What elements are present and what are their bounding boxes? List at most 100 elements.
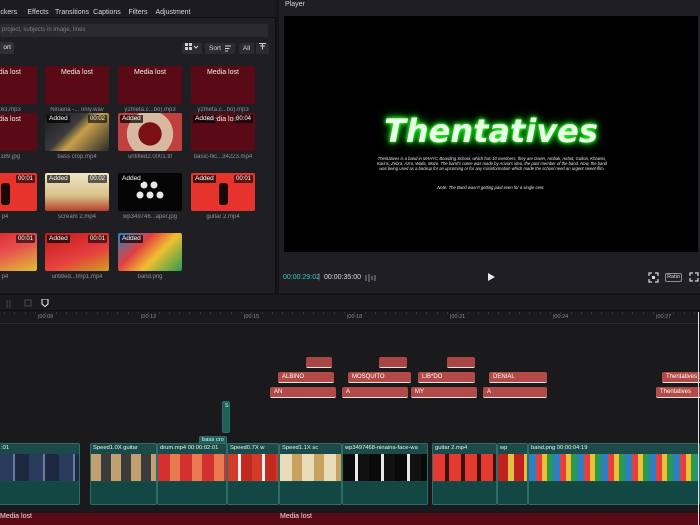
ruler-minor-tick: [560, 312, 561, 314]
video-title-text: Thentatives: [384, 112, 598, 150]
search-input[interactable]: project, subjects in image, lines: [0, 24, 268, 37]
ruler-minor-tick: [643, 312, 644, 314]
media-item[interactable]: Media lost y2meta.c...bo).mp3: [118, 66, 182, 113]
text-clip[interactable]: A: [483, 387, 547, 398]
media-filename: ...-8189.jpg: [0, 154, 21, 160]
main-clip-audio: [343, 482, 427, 504]
media-item[interactable]: Added untitled2.0001.tif: [118, 113, 182, 160]
media-item[interactable]: Added wp349746...aper.jpg: [118, 173, 182, 220]
media-item[interactable]: Media lost Ninaina -... only.wav: [45, 66, 109, 113]
text-clip[interactable]: ALBINO: [278, 372, 334, 383]
top-tab-bar: ickers Effects Transitions Captions Filt…: [0, 0, 276, 18]
media-thumbnail: Added 00:01: [45, 233, 109, 271]
text-clip[interactable]: Thentatives: [656, 387, 700, 398]
added-badge: Added: [120, 235, 143, 243]
media-item[interactable]: 00:01 p4: [0, 173, 37, 220]
main-track-clip[interactable]: wp3497468-ninaina-face-wa: [342, 443, 428, 505]
main-track-clip[interactable]: Speed1.1X sc: [279, 443, 342, 505]
marker-icon[interactable]: [41, 299, 49, 307]
media-item[interactable]: Media lost y2meta.c...bo).mp3: [191, 66, 255, 113]
main-clip-label: Speed0.7X w: [230, 445, 265, 451]
ruler-minor-tick: [354, 312, 355, 314]
main-track-clip[interactable]: drum.mp4 00:00:02:01: [157, 443, 227, 505]
duration-badge: 00:02: [87, 175, 107, 183]
media-lost-label: Media lost: [0, 116, 21, 123]
ruler-minor-tick: [385, 312, 386, 314]
text-clip[interactable]: DENIAL: [489, 372, 547, 383]
added-badge: Added: [193, 115, 216, 123]
tab-effects[interactable]: Effects: [26, 2, 50, 17]
text-clip[interactable]: AN: [270, 387, 336, 398]
media-lost-label: Media lost: [61, 69, 93, 76]
filter-all-button[interactable]: All: [239, 43, 254, 54]
tab-captions[interactable]: Captions: [92, 2, 122, 17]
main-track-clip[interactable]: Speed0.7X w: [227, 443, 279, 505]
waveform-icon[interactable]: [365, 274, 377, 282]
media-thumbnail: 00:01: [0, 233, 37, 271]
import-button[interactable]: ort: [0, 42, 14, 54]
media-item[interactable]: Media lost Added 00:04 basic-flic...34223.m…: [191, 113, 255, 160]
ruler-minor-tick: [4, 312, 5, 314]
text-clip[interactable]: A: [342, 387, 408, 398]
fullscreen-icon[interactable]: [689, 272, 699, 282]
text-clip[interactable]: Thentatives: [662, 372, 700, 383]
tab-transitions[interactable]: Transitions: [54, 2, 90, 17]
fit-screen-icon[interactable]: [648, 272, 659, 283]
main-track-clip[interactable]: :01: [0, 443, 80, 505]
text-clip[interactable]: LIB*DO: [418, 372, 475, 383]
media-item[interactable]: 00:01 p4: [0, 233, 37, 280]
ruler-minor-tick: [529, 312, 530, 314]
split-icon[interactable]: [6, 300, 14, 308]
ruler-minor-tick: [694, 312, 695, 314]
media-item[interactable]: Media lost...6163.mp3: [0, 66, 37, 113]
ruler-minor-tick: [632, 312, 633, 314]
media-item[interactable]: Added band.png: [118, 233, 182, 280]
main-track-clip[interactable]: Speed1.0X guitar: [90, 443, 157, 505]
playhead[interactable]: [698, 312, 699, 525]
ratio-button[interactable]: Ratio: [665, 273, 682, 282]
timeline-ruler[interactable]: |00:09 |00:12 |00:15 |00:18 |00:21 |00:24 |00:…: [0, 312, 700, 324]
main-clip-label: wp: [500, 445, 508, 451]
delete-icon[interactable]: [24, 299, 32, 307]
sort-button[interactable]: Sort: [205, 43, 235, 54]
ruler-minor-tick: [14, 312, 15, 314]
tab-stickers[interactable]: ickers: [0, 2, 20, 17]
audio-track: Media lost Media lost: [0, 513, 700, 525]
tab-adjustment[interactable]: Adjustment: [153, 2, 193, 17]
text-clip[interactable]: MY: [411, 387, 477, 398]
tab-filters[interactable]: Filters: [126, 2, 150, 17]
media-item[interactable]: Added 00:01 guitar 2.mp4: [191, 173, 255, 220]
media-filename: untitled2.0001.tif: [127, 154, 173, 160]
text-clip-small[interactable]: [379, 357, 407, 368]
added-badge: Added: [47, 115, 70, 123]
duration-badge: 00:01: [15, 175, 35, 183]
video-preview[interactable]: Thentatives Thentatives is a band in MAH…: [284, 16, 698, 252]
main-clip-filmstrip: [433, 454, 496, 481]
play-button[interactable]: [486, 272, 496, 282]
ruler-minor-tick: [571, 312, 572, 314]
media-item[interactable]: Added 00:02 bass crop.mp4: [45, 113, 109, 160]
overlay-clip-small[interactable]: S: [222, 401, 230, 433]
media-thumbnail: Added: [118, 173, 182, 211]
ruler-minor-tick: [622, 312, 623, 314]
media-item[interactable]: Added 00:01 untitled...tmp1.mp4: [45, 233, 109, 280]
grid-view-button[interactable]: [182, 43, 202, 54]
main-clip-audio: [91, 482, 156, 504]
main-track-clip[interactable]: band.png 00:00:04:19: [528, 443, 700, 505]
media-filename: untitled...tmp1.mp4: [51, 274, 103, 280]
tab-stickers-label: ickers: [0, 9, 18, 16]
main-track-clip[interactable]: guitar 2.mp4: [432, 443, 497, 505]
media-item[interactable]: Media lost ...-8189.jpg: [0, 113, 37, 160]
ruler-minor-tick: [519, 312, 520, 314]
media-filename: band.png: [137, 274, 163, 280]
main-track-clip[interactable]: wp: [497, 443, 528, 505]
text-clip[interactable]: MOSQUITO: [348, 372, 411, 383]
filter-button[interactable]: [256, 43, 269, 54]
text-clip-small[interactable]: [447, 357, 475, 368]
text-clip-small[interactable]: [306, 357, 332, 368]
ruler-minor-tick: [416, 312, 417, 314]
main-clip-filmstrip: [228, 454, 278, 481]
ruler-minor-tick: [323, 312, 324, 314]
main-clip-audio: [280, 482, 341, 504]
media-item[interactable]: Added 00:02 scream 2.mp4: [45, 173, 109, 220]
